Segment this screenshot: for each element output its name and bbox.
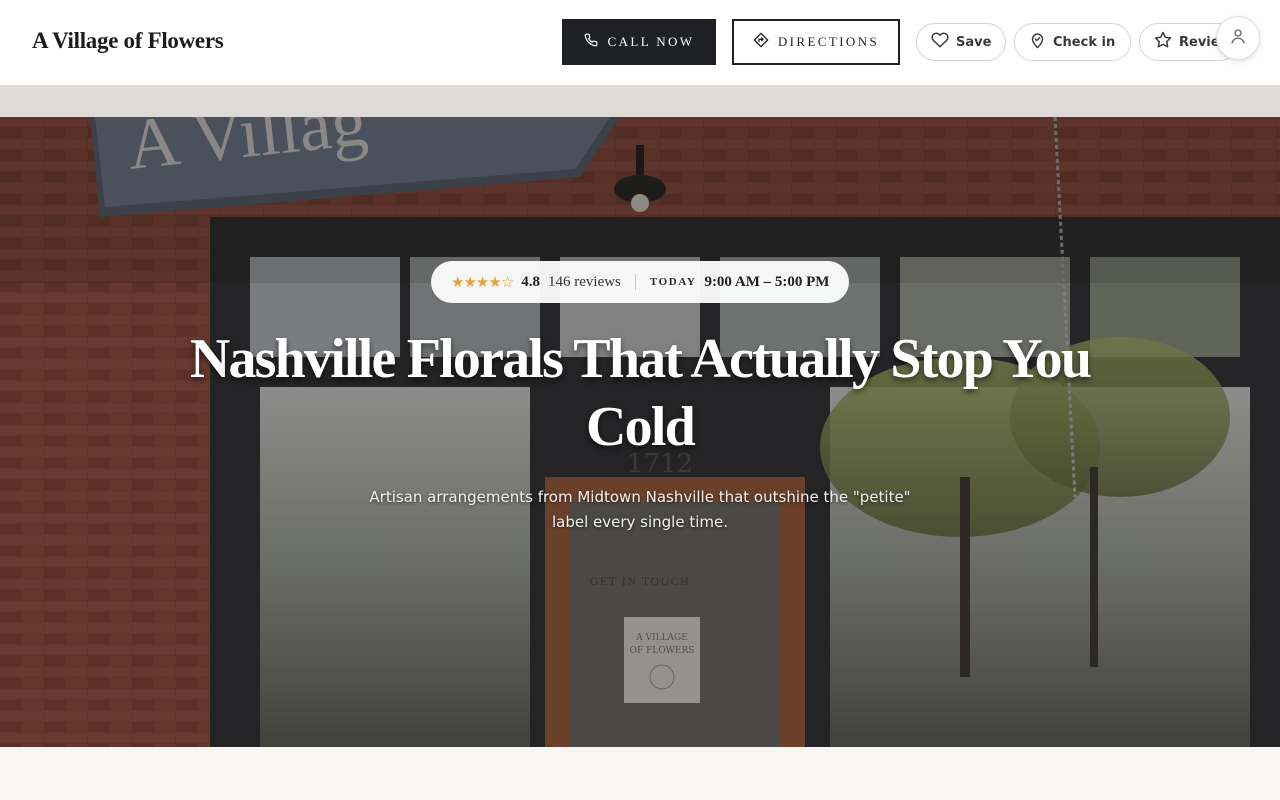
brand-name[interactable]: A Village of Flowers <box>32 28 224 54</box>
opening-hours: 9:00 AM – 5:00 PM <box>704 273 830 290</box>
directions-button[interactable]: DIRECTIONS <box>732 19 900 65</box>
hero-subheading: Artisan arrangements from Midtown Nashvi… <box>369 488 911 531</box>
today-label: TODAY <box>649 276 697 288</box>
rating-stars: ★★★★☆ <box>451 273 514 291</box>
rating-value: 4.8 <box>521 273 540 290</box>
hero-top-strip <box>0 85 1280 117</box>
call-now-label: CALL NOW <box>607 34 695 49</box>
review-count[interactable]: 146 reviews <box>548 274 621 291</box>
pill-divider <box>634 274 636 290</box>
phone-icon <box>584 33 598 51</box>
directions-icon <box>753 32 769 52</box>
hero-headline: Nashville Florals That Actually Stop You… <box>189 328 1092 458</box>
directions-label: DIRECTIONS <box>777 34 880 49</box>
save-button[interactable]: Save <box>916 23 1006 61</box>
star-icon <box>1154 31 1172 53</box>
rating-hours-pill: ★★★★☆ 4.8 146 reviews TODAY 9:00 AM – 5:… <box>431 261 849 303</box>
save-label: Save <box>956 34 992 50</box>
check-in-button[interactable]: Check in <box>1014 23 1131 61</box>
site-header: A Village of Flowers CALL NOW DIRECTIONS… <box>0 0 1280 85</box>
map-pin-icon <box>1029 32 1046 53</box>
next-section <box>0 747 1280 800</box>
get-in-touch-button[interactable]: GET IN TOUCH <box>560 568 720 594</box>
heart-icon <box>931 31 949 53</box>
user-icon <box>1229 27 1247 49</box>
check-in-label: Check in <box>1053 34 1116 50</box>
account-button[interactable] <box>1216 16 1260 60</box>
call-now-button[interactable]: CALL NOW <box>562 19 716 65</box>
